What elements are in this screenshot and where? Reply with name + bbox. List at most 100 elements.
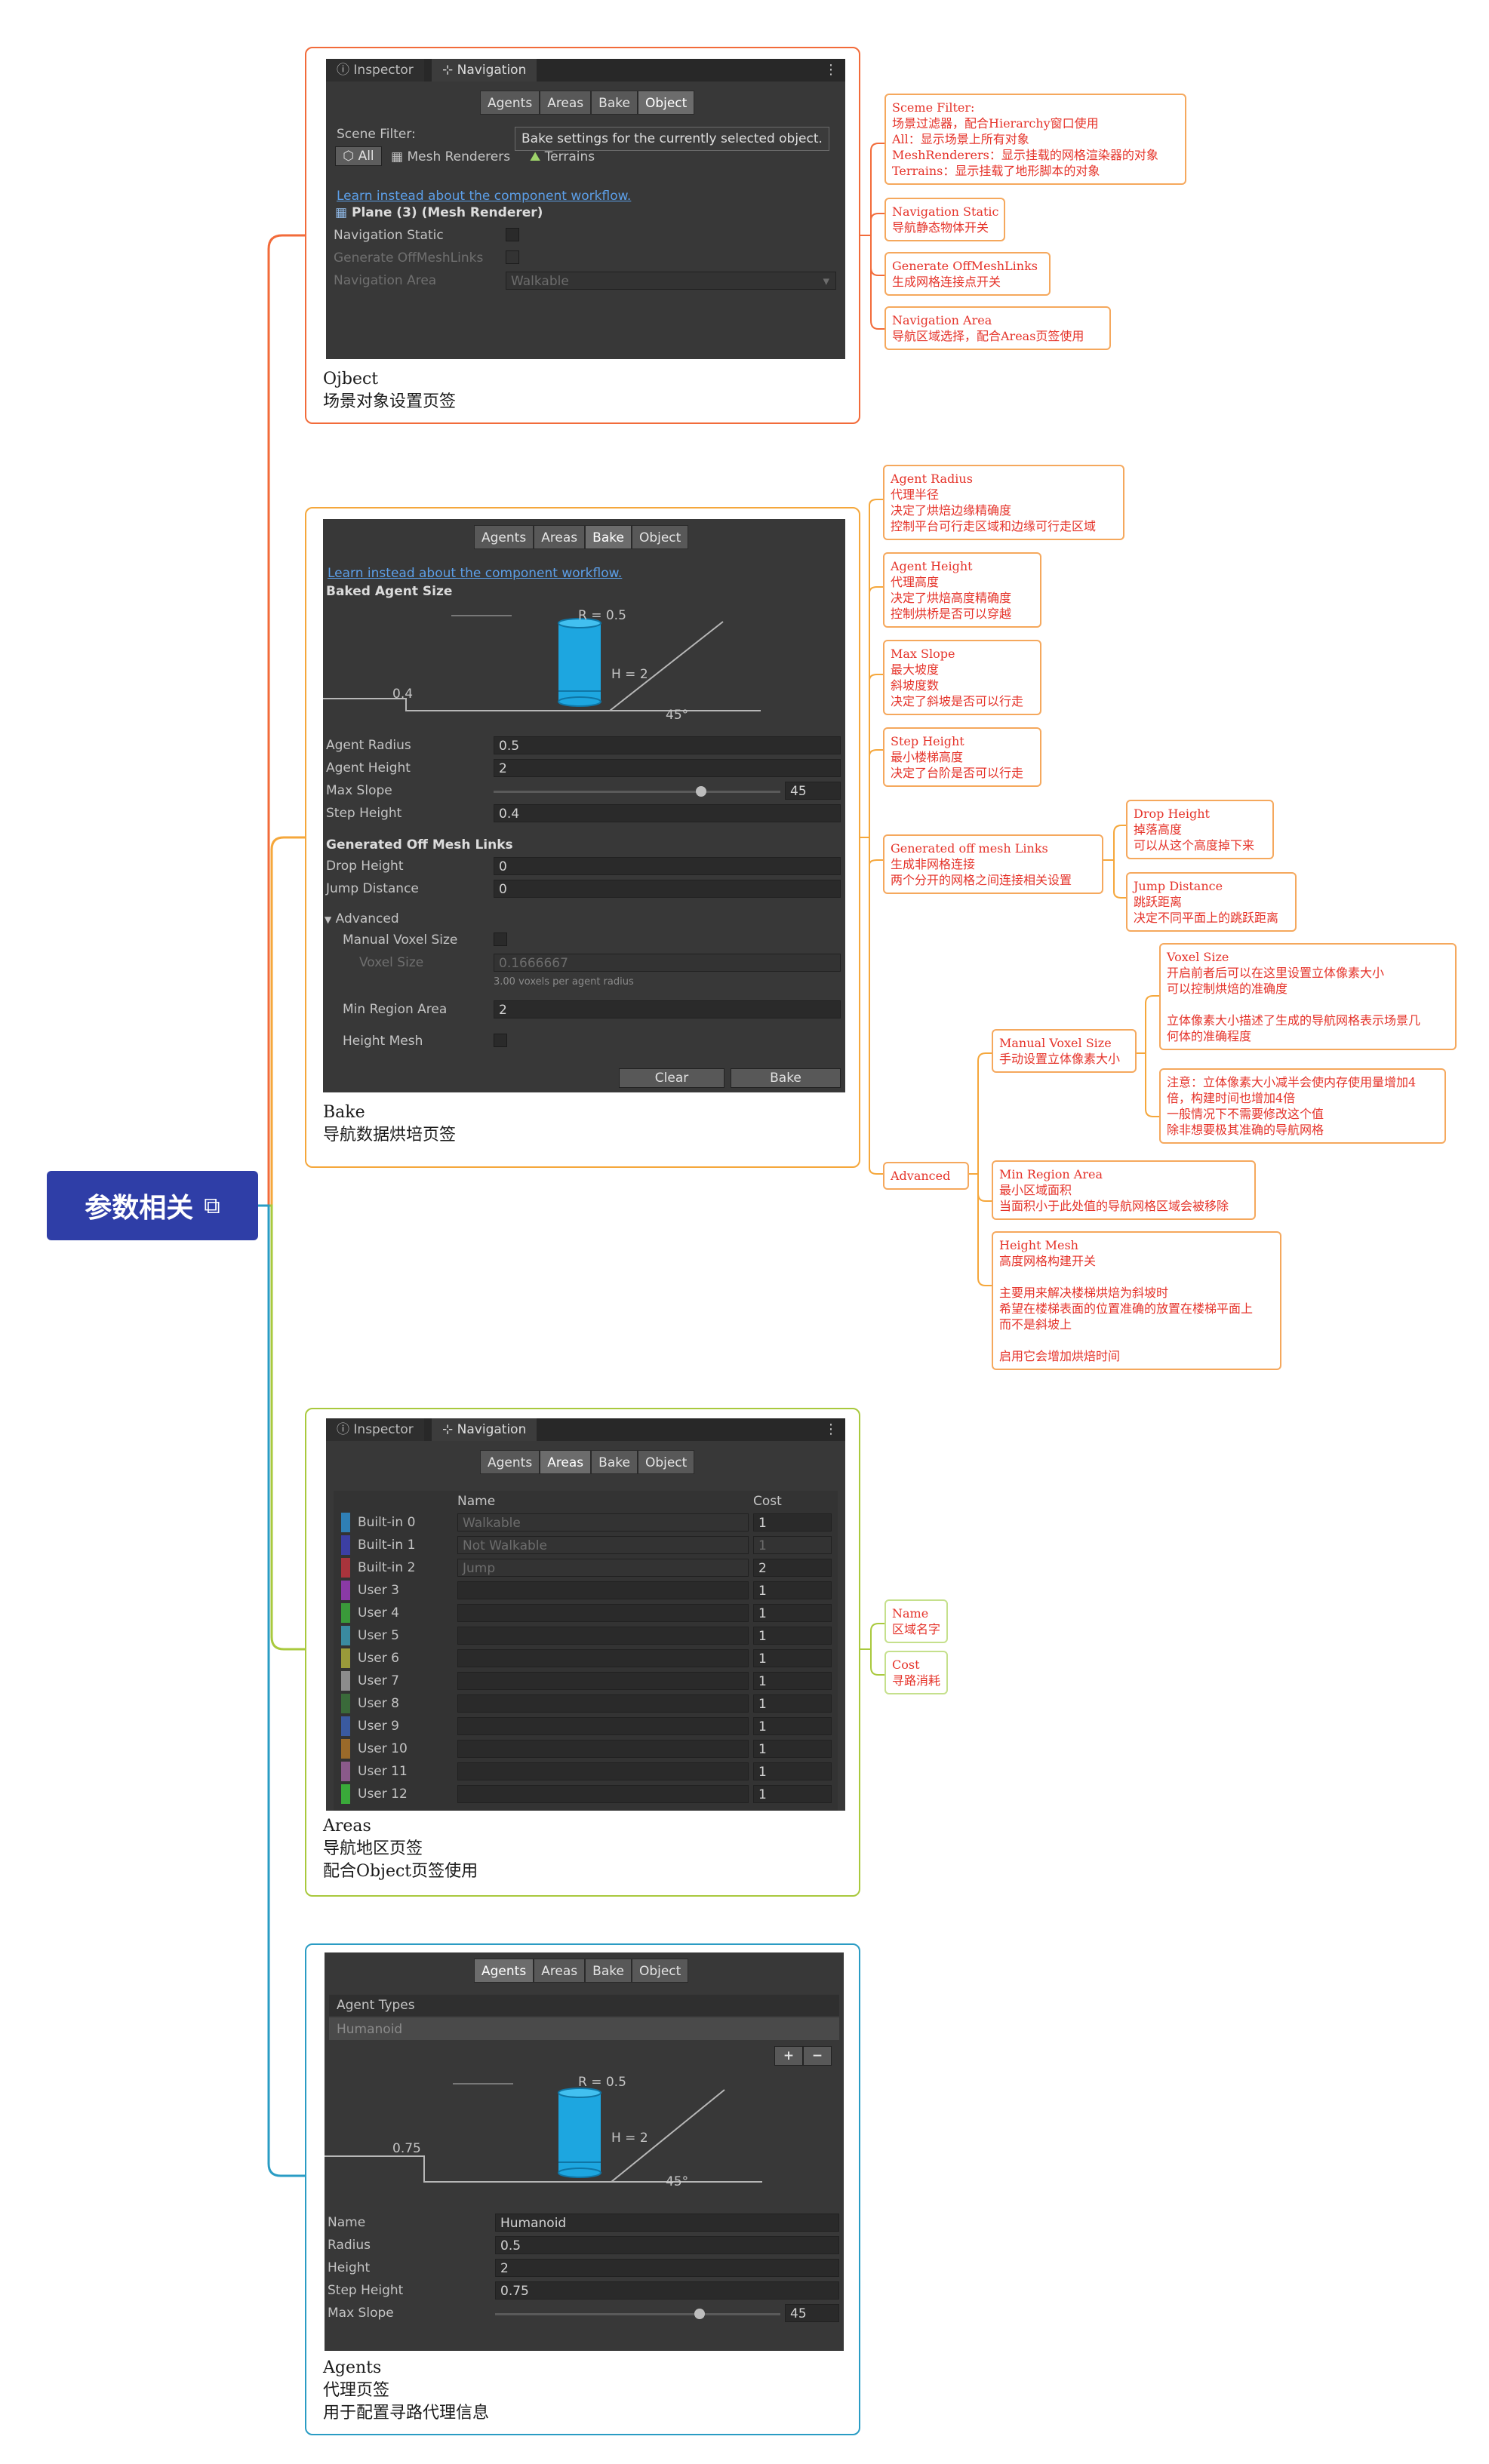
area-name-field[interactable]: Not Walkable <box>457 1536 749 1554</box>
navigation-area-dropdown[interactable]: Walkable ▾ <box>506 272 836 290</box>
area-name-field[interactable] <box>457 1762 749 1780</box>
component-workflow-link[interactable]: Learn instead about the component workfl… <box>337 189 631 204</box>
advanced-foldout[interactable]: ▼ Advanced <box>325 911 399 926</box>
area-color-swatch[interactable] <box>341 1558 350 1578</box>
tab-areas[interactable]: Areas <box>534 525 586 549</box>
tab-object[interactable]: Object <box>631 1959 689 1983</box>
area-name-field[interactable] <box>457 1627 749 1645</box>
area-color-swatch[interactable] <box>341 1739 350 1759</box>
tab-object[interactable]: Object <box>637 1450 695 1474</box>
area-name-field[interactable]: Walkable <box>457 1513 749 1532</box>
agents-topic-card[interactable]: Agents Areas Bake Object Agent Types Hum… <box>305 1943 860 2435</box>
add-agent-button[interactable]: + <box>774 2046 803 2066</box>
area-color-swatch[interactable] <box>341 1671 350 1691</box>
tab-bake[interactable]: Bake <box>585 525 632 549</box>
area-cost-field[interactable]: 1 <box>753 1627 832 1645</box>
area-color-swatch[interactable] <box>341 1762 350 1781</box>
agent-max-slope-slider[interactable] <box>495 2313 780 2315</box>
window-tab-navigation[interactable]: ⊹ Navigation <box>432 1418 537 1441</box>
bake-button[interactable]: Bake <box>731 1068 841 1088</box>
navigation-static-checkbox[interactable] <box>506 228 519 241</box>
root-topic[interactable]: 参数相关 ⧉ <box>47 1171 258 1240</box>
area-cost-field[interactable]: 1 <box>753 1740 832 1758</box>
filter-mesh-renderers[interactable]: ▦ Mesh Renderers <box>391 149 510 164</box>
clear-button[interactable]: Clear <box>619 1068 725 1088</box>
areas-topic-card[interactable]: ⓘ Inspector ⊹ Navigation ⋮ Agents Areas … <box>305 1408 860 1897</box>
area-name-field[interactable] <box>457 1740 749 1758</box>
area-color-swatch[interactable] <box>341 1694 350 1713</box>
area-name-field[interactable] <box>457 1785 749 1803</box>
area-cost-field[interactable]: 1 <box>753 1672 832 1690</box>
step-height-field[interactable]: 0.4 <box>494 804 841 822</box>
window-tab-navigation[interactable]: ⊹ Navigation <box>432 59 537 81</box>
area-color-swatch[interactable] <box>341 1603 350 1623</box>
area-cost-field[interactable]: 1 <box>753 1604 832 1622</box>
area-color-swatch[interactable] <box>341 1513 350 1532</box>
area-cost-field[interactable]: 1 <box>753 1536 832 1554</box>
kebab-menu-icon[interactable]: ⋮ <box>824 59 838 81</box>
tab-object[interactable]: Object <box>631 525 689 549</box>
agent-height-field[interactable]: 2 <box>494 759 841 777</box>
tab-bake[interactable]: Bake <box>585 1959 632 1983</box>
area-name-field[interactable] <box>457 1604 749 1622</box>
tab-bake[interactable]: Bake <box>591 91 638 115</box>
agent-radius-field[interactable]: 0.5 <box>495 2236 839 2254</box>
height-mesh-checkbox[interactable] <box>494 1034 507 1047</box>
jump-distance-field[interactable]: 0 <box>494 880 841 898</box>
tab-agents[interactable]: Agents <box>474 1959 534 1983</box>
manual-voxel-size-checkbox[interactable] <box>494 932 507 946</box>
bake-topic-card[interactable]: Agents Areas Bake Object Learn instead a… <box>305 507 860 1168</box>
tab-bake[interactable]: Bake <box>591 1450 638 1474</box>
agent-step-height-field[interactable]: 0.75 <box>495 2281 839 2300</box>
filter-terrains[interactable]: ⛰ Terrains <box>530 149 595 164</box>
component-workflow-link[interactable]: Learn instead about the component workfl… <box>328 566 622 581</box>
agent-max-slope-slider-knob[interactable] <box>694 2309 705 2319</box>
tab-agents[interactable]: Agents <box>480 91 540 115</box>
tab-agents[interactable]: Agents <box>480 1450 540 1474</box>
area-color-swatch[interactable] <box>341 1535 350 1555</box>
kebab-menu-icon[interactable]: ⋮ <box>824 1418 838 1441</box>
area-color-swatch[interactable] <box>341 1626 350 1645</box>
area-name-field[interactable] <box>457 1694 749 1713</box>
area-color-swatch[interactable] <box>341 1581 350 1600</box>
area-name-field[interactable] <box>457 1581 749 1599</box>
tab-object[interactable]: Object <box>637 91 695 115</box>
filter-all-button[interactable]: ⬡ All <box>335 146 382 166</box>
area-cost-field[interactable]: 1 <box>753 1581 832 1599</box>
area-name-field[interactable] <box>457 1717 749 1735</box>
object-topic-card[interactable]: ⓘ Inspector ⊹ Navigation ⋮ Agents Areas … <box>305 47 860 424</box>
agent-type-item-humanoid[interactable]: Humanoid <box>329 2017 839 2040</box>
tab-areas[interactable]: Areas <box>540 91 592 115</box>
area-cost-field[interactable]: 1 <box>753 1649 832 1667</box>
max-slope-field[interactable]: 45 <box>785 782 841 800</box>
remove-agent-button[interactable]: − <box>803 2046 832 2066</box>
area-name-field[interactable]: Jump <box>457 1559 749 1577</box>
drop-height-field[interactable]: 0 <box>494 857 841 875</box>
area-cost-field[interactable]: 1 <box>753 1513 832 1532</box>
window-tab-inspector[interactable]: ⓘ Inspector <box>326 1418 424 1441</box>
max-slope-slider-knob[interactable] <box>696 786 706 797</box>
area-color-swatch[interactable] <box>341 1716 350 1736</box>
area-cost-field[interactable]: 1 <box>753 1762 832 1780</box>
voxel-size-field[interactable]: 0.1666667 <box>494 954 841 972</box>
area-cost-field[interactable]: 2 <box>753 1559 832 1577</box>
area-cost-field[interactable]: 1 <box>753 1717 832 1735</box>
agent-height-field[interactable]: 2 <box>495 2259 839 2277</box>
bake-panel-screenshot: Agents Areas Bake Object Learn instead a… <box>323 519 845 1092</box>
agent-radius-field[interactable]: 0.5 <box>494 736 841 754</box>
tab-areas[interactable]: Areas <box>534 1959 586 1983</box>
tab-agents[interactable]: Agents <box>474 525 534 549</box>
area-cost-field[interactable]: 1 <box>753 1785 832 1803</box>
generate-offmeshlinks-checkbox[interactable] <box>506 250 519 264</box>
max-slope-slider[interactable] <box>494 791 780 793</box>
area-cost-field[interactable]: 1 <box>753 1694 832 1713</box>
area-name-field[interactable] <box>457 1649 749 1667</box>
area-name-field[interactable] <box>457 1672 749 1690</box>
agent-max-slope-field[interactable]: 45 <box>785 2304 839 2322</box>
area-color-swatch[interactable] <box>341 1784 350 1804</box>
area-color-swatch[interactable] <box>341 1648 350 1668</box>
min-region-area-field[interactable]: 2 <box>494 1000 841 1018</box>
tab-areas[interactable]: Areas <box>540 1450 592 1474</box>
agent-name-field[interactable]: Humanoid <box>495 2214 839 2232</box>
window-tab-inspector[interactable]: ⓘ Inspector <box>326 59 424 81</box>
